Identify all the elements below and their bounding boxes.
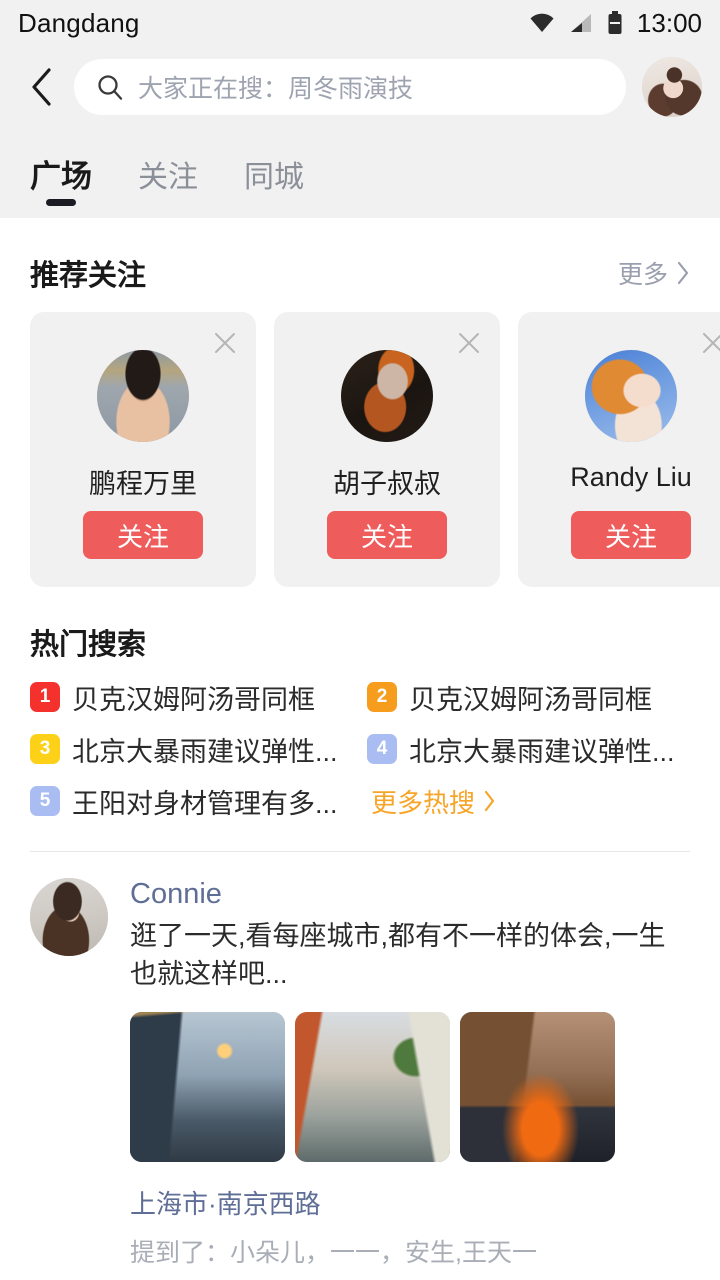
close-button[interactable] <box>454 328 484 358</box>
avatar-image <box>642 57 702 117</box>
tab-plaza-label: 广场 <box>30 159 92 194</box>
tab-bar: 广场 关注 同城 <box>0 128 720 216</box>
hot-search-text: 北京大暴雨建议弹性... <box>409 736 675 767</box>
hot-search-title: 热门搜索 <box>30 629 147 661</box>
close-icon <box>703 333 720 353</box>
close-button[interactable] <box>210 328 240 358</box>
post-photo[interactable] <box>295 1011 450 1162</box>
hot-search-section: 热门搜索 1 贝克汉姆阿汤哥同框 2 贝克汉姆阿汤哥同框 3 北京大暴雨建议弹性… <box>0 587 720 852</box>
more-hot-search-button[interactable]: 更多热搜 <box>367 777 690 825</box>
top-chrome: Dangdang 13:00 大家正在搜：周冬雨演技 广场 关注 同城 <box>0 0 720 218</box>
rank-badge: 5 <box>30 786 60 816</box>
rank-badge: 1 <box>30 682 60 712</box>
post-text: 逛了一天,看每座城市,都有不一样的体会,一生也就这样吧... <box>130 921 666 990</box>
hot-search-item[interactable]: 3 北京大暴雨建议弹性... <box>30 725 353 773</box>
tab-same-city-label: 同城 <box>244 161 304 194</box>
battery-icon <box>608 11 622 34</box>
rank-badge: 4 <box>367 734 397 764</box>
recommend-card[interactable]: 胡子叔叔 关注 <box>274 312 500 587</box>
follow-button[interactable]: 关注 <box>571 511 691 559</box>
hot-search-text: 贝克汉姆阿汤哥同框 <box>409 684 652 715</box>
waterfront-skyline-photo <box>460 1011 615 1162</box>
follow-button[interactable]: 关注 <box>327 511 447 559</box>
recommend-more-button[interactable]: 更多 <box>618 255 690 291</box>
hot-search-text: 贝克汉姆阿汤哥同框 <box>72 684 315 715</box>
avatar-image <box>30 878 108 956</box>
tab-same-city[interactable]: 同城 <box>244 152 304 216</box>
post-photo[interactable] <box>460 1011 615 1162</box>
more-hot-search-label: 更多热搜 <box>371 787 476 818</box>
back-button[interactable] <box>18 59 64 115</box>
card-avatar[interactable] <box>97 350 189 442</box>
post-location[interactable]: 上海市·南京西路 <box>130 1184 690 1221</box>
search-icon <box>98 75 123 100</box>
status-icons: 13:00 <box>529 8 702 39</box>
venice-canal-photo <box>295 1011 450 1162</box>
wifi-icon <box>530 13 554 32</box>
status-bar: Dangdang 13:00 <box>0 0 720 46</box>
profile-avatar[interactable] <box>642 57 702 117</box>
card-username: 鹏程万里 <box>89 469 197 499</box>
search-placeholder: 大家正在搜：周冬雨演技 <box>138 75 414 103</box>
hot-search-text: 北京大暴雨建议弹性... <box>72 736 338 767</box>
card-avatar[interactable] <box>341 350 433 442</box>
tab-plaza[interactable]: 广场 <box>30 151 92 216</box>
post-author-name[interactable]: Connie <box>130 878 690 911</box>
tab-active-indicator <box>46 199 76 206</box>
tab-follow-label: 关注 <box>138 161 198 194</box>
recommend-card[interactable]: 鹏程万里 关注 <box>30 312 256 587</box>
recommend-title: 推荐关注 <box>30 260 147 292</box>
main-content: 推荐关注 更多 鹏程万里 关注 胡子叔叔 关注 Randy Liu 关注 热门搜… <box>0 218 720 1269</box>
search-input[interactable]: 大家正在搜：周冬雨演技 <box>74 59 626 115</box>
chevron-right-icon <box>484 790 495 812</box>
recommend-card-scroller[interactable]: 鹏程万里 关注 胡子叔叔 关注 Randy Liu 关注 <box>0 312 720 587</box>
clock-label: 13:00 <box>636 7 702 38</box>
card-username: Randy Liu <box>570 462 692 492</box>
hot-search-item[interactable]: 5 王阳对身材管理有多... <box>30 777 353 825</box>
avatar-image <box>341 350 433 442</box>
city-street-photo <box>130 1011 285 1162</box>
card-username: 胡子叔叔 <box>333 469 441 499</box>
close-icon <box>459 333 479 353</box>
tab-follow[interactable]: 关注 <box>138 152 198 216</box>
recommend-header: 推荐关注 更多 <box>0 218 720 312</box>
chevron-right-icon <box>677 261 689 285</box>
hot-search-item[interactable]: 1 贝克汉姆阿汤哥同框 <box>30 673 353 721</box>
app-screen: Dangdang 13:00 大家正在搜：周冬雨演技 广场 关注 同城 推荐关注… <box>0 0 720 1280</box>
search-row: 大家正在搜：周冬雨演技 <box>0 46 720 128</box>
hot-search-text: 王阳对身材管理有多... <box>72 788 338 819</box>
rank-badge: 3 <box>30 734 60 764</box>
signal-icon <box>570 14 591 32</box>
post-author-avatar[interactable] <box>30 878 108 956</box>
carrier-label: Dangdang <box>18 7 140 38</box>
post-photo[interactable] <box>130 1011 285 1162</box>
post-photo-grid <box>130 1011 690 1162</box>
avatar-image <box>97 350 189 442</box>
rank-badge: 2 <box>367 682 397 712</box>
close-icon <box>215 333 235 353</box>
recommend-card-list: 鹏程万里 关注 胡子叔叔 关注 Randy Liu 关注 <box>30 312 720 587</box>
close-button[interactable] <box>698 328 720 358</box>
hot-search-item[interactable]: 2 贝克汉姆阿汤哥同框 <box>367 673 690 721</box>
post-body: Connie 逛了一天,看每座城市,都有不一样的体会,一生也就这样吧... 上海… <box>130 878 690 1269</box>
hot-search-grid: 1 贝克汉姆阿汤哥同框 2 贝克汉姆阿汤哥同框 3 北京大暴雨建议弹性... 4… <box>30 673 690 825</box>
hot-search-item[interactable]: 4 北京大暴雨建议弹性... <box>367 725 690 773</box>
feed-post[interactable]: Connie 逛了一天,看每座城市,都有不一样的体会,一生也就这样吧... 上海… <box>0 852 720 1269</box>
post-mentions: 提到了：小朵儿，一一，安生,王天一 <box>130 1238 537 1267</box>
chevron-left-icon <box>32 68 51 106</box>
recommend-more-label: 更多 <box>617 261 668 289</box>
card-avatar[interactable] <box>585 350 677 442</box>
recommend-card[interactable]: Randy Liu 关注 <box>518 312 720 587</box>
avatar-image <box>585 350 677 442</box>
follow-button[interactable]: 关注 <box>83 511 203 559</box>
